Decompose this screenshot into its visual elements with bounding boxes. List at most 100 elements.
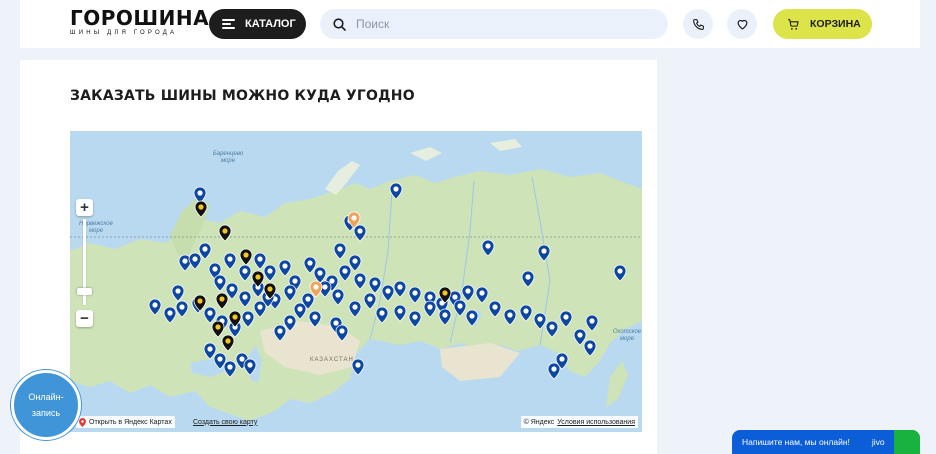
- section-title: ЗАКАЗАТЬ ШИНЫ МОЖНО КУДА УГОДНО: [70, 88, 415, 104]
- online-booking-line1: Онлайн-: [28, 392, 64, 402]
- zoom-in-button[interactable]: +: [76, 199, 93, 216]
- blue-store-pin[interactable]: [438, 308, 452, 326]
- blue-store-pin[interactable]: [273, 324, 287, 342]
- site-logo[interactable]: ГОРОШИНА ШИНЫ ДЛЯ ГОРОДА: [70, 6, 210, 36]
- store-pins-layer[interactable]: [70, 131, 642, 432]
- blue-store-pin[interactable]: [243, 358, 257, 376]
- blue-store-pin[interactable]: [203, 306, 217, 324]
- zoom-slider-handle[interactable]: [77, 288, 92, 295]
- blue-store-pin[interactable]: [408, 310, 422, 328]
- catalog-label: КАТАЛОГ: [245, 18, 296, 30]
- black-store-pin[interactable]: [239, 248, 253, 266]
- blue-store-pin[interactable]: [175, 300, 189, 318]
- blue-store-pin[interactable]: [293, 302, 307, 320]
- blue-store-pin[interactable]: [613, 264, 627, 282]
- heart-icon: [737, 19, 747, 30]
- blue-store-pin[interactable]: [238, 290, 252, 308]
- blue-store-pin[interactable]: [573, 328, 587, 346]
- blue-store-pin[interactable]: [519, 304, 533, 322]
- blue-store-pin[interactable]: [537, 244, 551, 262]
- blue-store-pin[interactable]: [223, 360, 237, 378]
- blue-store-pin[interactable]: [253, 252, 267, 270]
- blue-store-pin[interactable]: [188, 252, 202, 270]
- blue-store-pin[interactable]: [223, 252, 237, 270]
- blue-store-pin[interactable]: [393, 280, 407, 298]
- blue-store-pin[interactable]: [393, 304, 407, 322]
- online-booking-line2: запись: [31, 408, 61, 418]
- online-booking-button[interactable]: Онлайн- запись: [11, 370, 81, 440]
- blue-store-pin[interactable]: [461, 284, 475, 302]
- map-pin-icon: [79, 417, 86, 427]
- open-in-yandex-link[interactable]: Открыть в Яндекс Картах: [76, 416, 175, 428]
- blue-store-pin[interactable]: [503, 308, 517, 326]
- blue-store-pin[interactable]: [465, 309, 479, 327]
- blue-store-pin[interactable]: [453, 299, 467, 317]
- site-header: ГОРОШИНА ШИНЫ ДЛЯ ГОРОДА КАТАЛОГ Поиск К…: [20, 0, 920, 48]
- chat-widget[interactable]: Напишите нам, мы онлайн! jivo: [732, 430, 920, 454]
- blue-store-pin[interactable]: [238, 264, 252, 282]
- cart-label: КОРЗИНА: [810, 18, 861, 30]
- blue-store-pin[interactable]: [521, 270, 535, 288]
- blue-store-pin[interactable]: [353, 272, 367, 290]
- blue-store-pin[interactable]: [481, 239, 495, 257]
- blue-store-pin[interactable]: [171, 284, 185, 302]
- black-store-pin[interactable]: [194, 200, 208, 218]
- blue-store-pin[interactable]: [148, 298, 162, 316]
- blue-store-pin[interactable]: [331, 288, 345, 306]
- blue-store-pin[interactable]: [559, 310, 573, 328]
- blue-store-pin[interactable]: [283, 284, 297, 302]
- phone-icon: [692, 18, 704, 30]
- catalog-button[interactable]: КАТАЛОГ: [209, 9, 306, 39]
- terms-link[interactable]: Условия использования: [557, 419, 635, 426]
- blue-store-pin[interactable]: [408, 286, 422, 304]
- copyright-text: © Яндекс: [523, 418, 555, 426]
- black-store-pin[interactable]: [211, 320, 225, 338]
- logo-tagline: ШИНЫ ДЛЯ ГОРОДА: [70, 30, 178, 36]
- blue-store-pin[interactable]: [163, 306, 177, 324]
- blue-store-pin[interactable]: [308, 310, 322, 328]
- blue-store-pin[interactable]: [363, 292, 377, 310]
- search-icon: [333, 17, 346, 31]
- create-map-text: Создать свою карту: [193, 418, 258, 426]
- blue-store-pin[interactable]: [348, 300, 362, 318]
- delivery-map[interactable]: Баренцево море Охотское море Норвежское …: [70, 131, 642, 432]
- black-store-pin[interactable]: [218, 224, 232, 242]
- blue-store-pin[interactable]: [368, 276, 382, 294]
- open-in-yandex-text: Открыть в Яндекс Картах: [89, 418, 172, 426]
- create-map-link[interactable]: Создать свою карту: [190, 416, 260, 428]
- blue-store-pin[interactable]: [585, 314, 599, 332]
- blue-store-pin[interactable]: [353, 224, 367, 242]
- black-store-pin[interactable]: [215, 292, 229, 310]
- blue-store-pin[interactable]: [583, 339, 597, 357]
- blue-store-pin[interactable]: [193, 186, 207, 204]
- search-input[interactable]: Поиск: [320, 9, 668, 39]
- blue-store-pin[interactable]: [241, 310, 255, 328]
- blue-store-pin[interactable]: [351, 358, 365, 376]
- blue-store-pin[interactable]: [423, 300, 437, 318]
- blue-store-pin[interactable]: [278, 259, 292, 277]
- chat-widget-brand: jivo: [871, 437, 885, 447]
- chat-widget-text: Напишите нам, мы онлайн!: [742, 437, 850, 447]
- black-store-pin[interactable]: [221, 334, 235, 352]
- blue-store-pin[interactable]: [313, 266, 327, 284]
- zoom-control[interactable]: + −: [76, 199, 93, 327]
- blue-store-pin[interactable]: [335, 324, 349, 342]
- blue-store-pin[interactable]: [488, 300, 502, 318]
- blue-store-pin[interactable]: [375, 306, 389, 324]
- blue-store-pin[interactable]: [338, 264, 352, 282]
- cart-button[interactable]: КОРЗИНА: [773, 9, 872, 39]
- blue-store-pin[interactable]: [381, 284, 395, 302]
- blue-store-pin[interactable]: [475, 286, 489, 304]
- blue-store-pin[interactable]: [333, 242, 347, 260]
- blue-store-pin[interactable]: [545, 320, 559, 338]
- zoom-out-button[interactable]: −: [76, 310, 93, 327]
- blue-store-pin[interactable]: [533, 312, 547, 330]
- blue-store-pin[interactable]: [213, 274, 227, 292]
- search-placeholder: Поиск: [356, 17, 390, 31]
- phone-button[interactable]: [683, 9, 713, 39]
- blue-store-pin[interactable]: [389, 182, 403, 200]
- blue-store-pin[interactable]: [263, 264, 277, 282]
- chat-status-indicator: [894, 430, 920, 454]
- logo-text: ГОРОШИНА: [70, 6, 210, 30]
- favorites-button[interactable]: [727, 9, 757, 39]
